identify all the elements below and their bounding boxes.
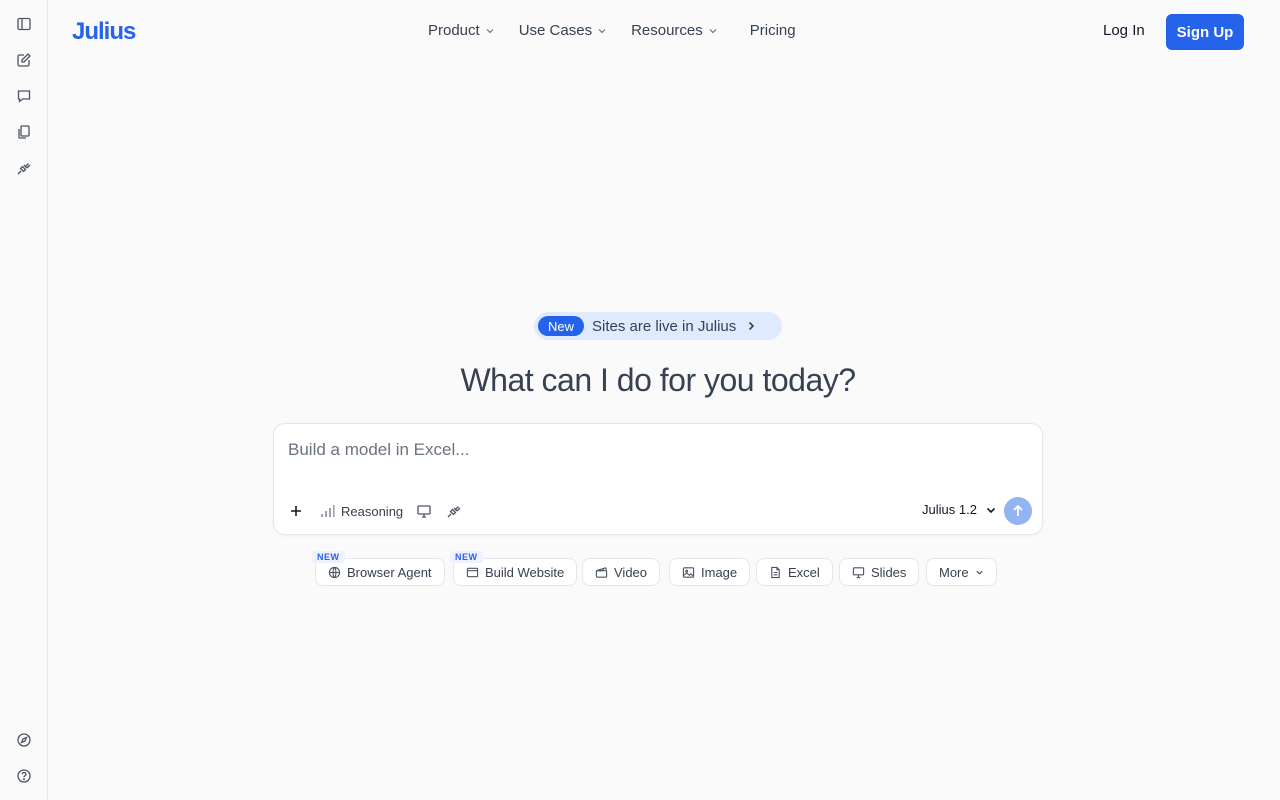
new-tag: NEW bbox=[312, 551, 345, 563]
chevron-right-icon bbox=[749, 321, 755, 331]
nav-use-cases[interactable]: Use Cases bbox=[519, 22, 607, 39]
arrow-up-icon bbox=[1013, 504, 1023, 516]
sidebar-toggle-icon[interactable] bbox=[12, 12, 36, 36]
plus-icon bbox=[291, 506, 301, 516]
model-selector[interactable]: Julius 1.2 bbox=[922, 502, 997, 517]
help-icon[interactable] bbox=[12, 764, 36, 788]
browser-window-icon bbox=[466, 567, 479, 577]
nav-product-label: Product bbox=[428, 22, 480, 39]
chip-video[interactable]: Video bbox=[582, 558, 661, 586]
login-link[interactable]: Log In bbox=[1103, 22, 1145, 39]
announcement-badge[interactable]: New Sites are live in Julius bbox=[534, 312, 782, 340]
image-icon bbox=[682, 566, 695, 578]
plug-icon[interactable] bbox=[12, 156, 36, 180]
signup-button[interactable]: Sign Up bbox=[1166, 14, 1244, 50]
chip-label: Slides bbox=[871, 564, 907, 580]
send-button[interactable] bbox=[1004, 497, 1032, 525]
prompt-composer: Reasoning Julius 1.2 bbox=[273, 423, 1043, 535]
presentation-icon bbox=[852, 566, 865, 578]
top-navigation: Julius Product Use Cases Resources Prici… bbox=[48, 0, 1280, 64]
document-icon bbox=[771, 566, 780, 578]
monitor-icon bbox=[417, 505, 431, 518]
globe-icon bbox=[328, 566, 341, 578]
plug-icon bbox=[447, 506, 461, 518]
files-icon[interactable] bbox=[12, 120, 36, 144]
attach-button[interactable] bbox=[288, 501, 304, 521]
new-tag: New bbox=[538, 316, 585, 336]
signal-bars-icon bbox=[321, 505, 335, 517]
chevron-down-icon bbox=[598, 28, 606, 33]
nav-pricing[interactable]: Pricing bbox=[750, 22, 796, 39]
nav-use-cases-label: Use Cases bbox=[518, 22, 593, 39]
clapperboard-icon bbox=[595, 566, 608, 578]
chip-slides[interactable]: Slides bbox=[839, 558, 920, 586]
chip-label: More bbox=[939, 564, 969, 580]
chip-label: Build Website bbox=[485, 564, 565, 580]
reasoning-label: Reasoning bbox=[341, 503, 404, 519]
chat-icon[interactable] bbox=[12, 84, 36, 108]
main-menu: Product Use Cases Resources Pricing bbox=[428, 22, 820, 39]
announcement-text: Sites are live in Julius bbox=[592, 317, 737, 335]
brand-logo[interactable]: Julius bbox=[72, 18, 136, 46]
chevron-down-icon bbox=[976, 570, 983, 575]
chip-label: Video bbox=[614, 564, 648, 580]
page-title: What can I do for you today? bbox=[460, 362, 856, 398]
chevron-down-icon bbox=[709, 28, 717, 33]
computer-mode-button[interactable] bbox=[416, 501, 432, 521]
chevron-down-icon bbox=[986, 507, 995, 513]
chip-build-website[interactable]: NEW Build Website bbox=[450, 551, 578, 586]
prompt-input[interactable] bbox=[288, 440, 1028, 476]
compass-icon[interactable] bbox=[12, 728, 36, 752]
model-label: Julius 1.2 bbox=[922, 502, 977, 517]
nav-product[interactable]: Product bbox=[428, 22, 495, 39]
chip-label: Image bbox=[701, 564, 738, 580]
reasoning-toggle[interactable]: Reasoning bbox=[319, 501, 403, 521]
chip-image[interactable]: Image bbox=[669, 558, 751, 586]
nav-resources[interactable]: Resources bbox=[631, 22, 718, 39]
chip-excel[interactable]: Excel bbox=[756, 558, 833, 586]
chip-label: Browser Agent bbox=[347, 564, 432, 580]
nav-pricing-label: Pricing bbox=[749, 22, 796, 39]
chevron-down-icon bbox=[486, 28, 494, 33]
nav-resources-label: Resources bbox=[631, 22, 703, 39]
new-note-icon[interactable] bbox=[12, 48, 36, 72]
left-rail bbox=[0, 0, 48, 800]
chip-browser-agent[interactable]: NEW Browser Agent bbox=[312, 551, 445, 586]
chip-label: Excel bbox=[788, 564, 820, 580]
new-tag: NEW bbox=[450, 551, 483, 563]
connectors-button[interactable] bbox=[446, 501, 462, 521]
chip-more[interactable]: More bbox=[926, 558, 997, 586]
